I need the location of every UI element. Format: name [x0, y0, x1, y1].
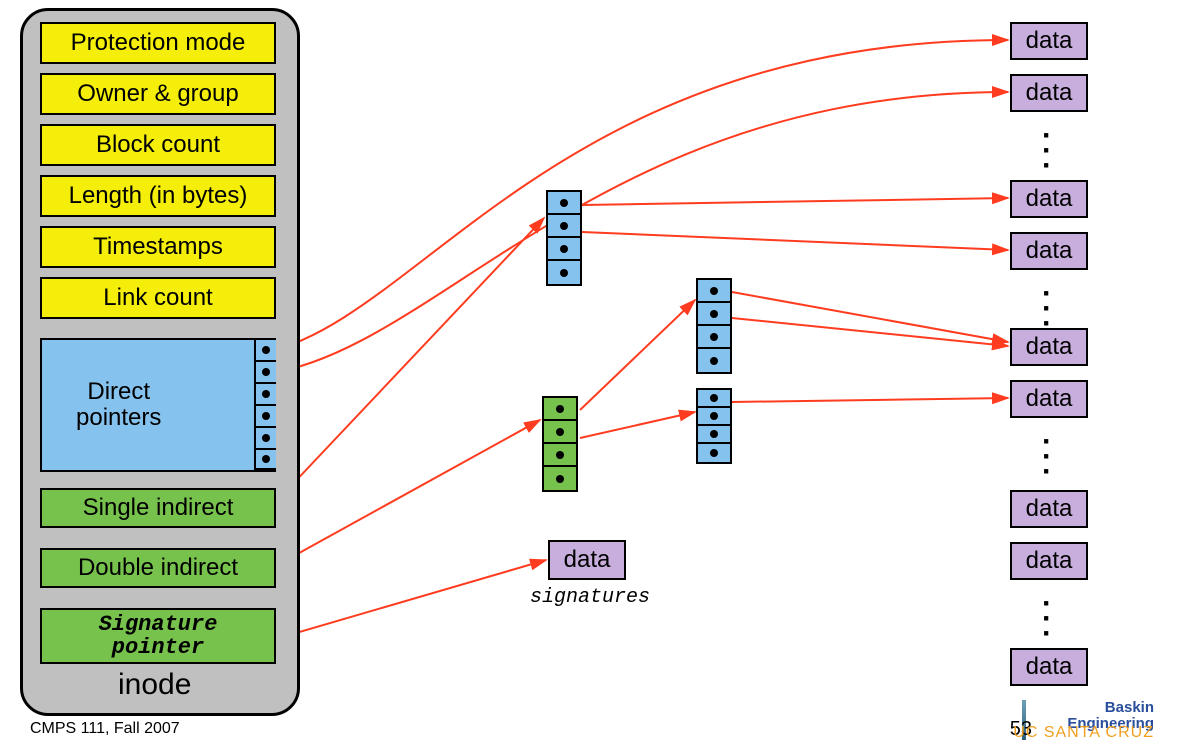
ellipsis-icon: ···	[1042, 286, 1052, 331]
data-block-3: data	[1010, 180, 1088, 218]
label: Protection mode	[71, 29, 246, 57]
label: data	[564, 546, 611, 574]
inode-direct-pointers: Direct pointers	[40, 338, 276, 472]
inode-field-owner: Owner & group	[40, 73, 276, 115]
label: Owner & group	[77, 80, 238, 108]
data-block-5: data	[1010, 328, 1088, 366]
inode-field-blockcount: Block count	[40, 124, 276, 166]
ellipsis-icon: ···	[1042, 596, 1052, 641]
label: Direct pointers	[76, 379, 161, 432]
label: Timestamps	[93, 233, 223, 261]
data-block-7: data	[1010, 490, 1088, 528]
double-indirect-l2a-block	[696, 278, 732, 374]
data-block-6: data	[1010, 380, 1088, 418]
ellipsis-icon: ···	[1042, 434, 1052, 479]
footer-course: CMPS 111, Fall 2007	[30, 720, 180, 738]
inode-title: inode	[118, 668, 191, 702]
label: Link count	[103, 284, 212, 312]
inode-field-linkcount: Link count	[40, 277, 276, 319]
diagram-stage: { "inode": { "title": "inode", "metadata…	[0, 0, 1184, 747]
data-block-0: data	[1010, 22, 1088, 60]
ellipsis-icon: ···	[1042, 128, 1052, 173]
label: Length (in bytes)	[69, 182, 248, 210]
inode-single-indirect: Single indirect	[40, 488, 276, 528]
label: Single indirect	[83, 494, 234, 522]
inode-double-indirect: Double indirect	[40, 548, 276, 588]
single-indirect-block	[546, 190, 582, 286]
data-block-1: data	[1010, 74, 1088, 112]
data-block-9: data	[1010, 648, 1088, 686]
inode-field-length: Length (in bytes)	[40, 175, 276, 217]
inode-field-timestamps: Timestamps	[40, 226, 276, 268]
double-indirect-l2b-block	[696, 388, 732, 464]
label: Block count	[96, 131, 220, 159]
data-block-8: data	[1010, 542, 1088, 580]
footer-ucsc: UC SANTA CRUZ	[1013, 724, 1154, 742]
label: Signature pointer	[99, 613, 218, 659]
label: Double indirect	[78, 554, 238, 582]
signatures-caption: signatures	[530, 586, 650, 609]
double-indirect-l1-block	[542, 396, 578, 492]
inode-field-protection: Protection mode	[40, 22, 276, 64]
inode-signature-pointer: Signature pointer	[40, 608, 276, 664]
signatures-data-block: data	[548, 540, 626, 580]
data-block-4: data	[1010, 232, 1088, 270]
